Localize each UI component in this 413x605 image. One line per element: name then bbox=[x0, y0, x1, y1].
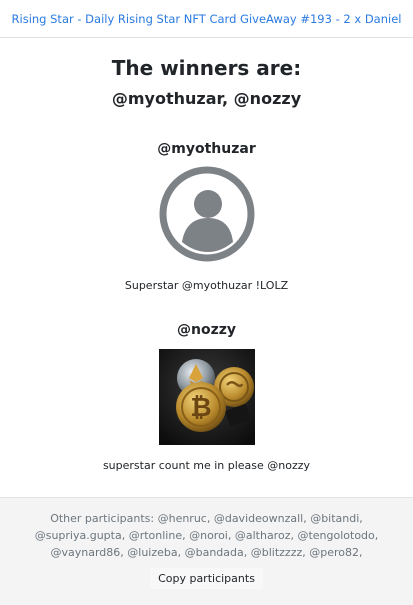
svg-text:₿: ₿ bbox=[190, 393, 211, 423]
crypto-coins-avatar: ₿ bbox=[158, 349, 255, 445]
page: Rising Star - Daily Rising Star NFT Card… bbox=[0, 0, 413, 605]
winner-card: @myothuzar Superstar @myothuzar !LOLZ bbox=[0, 141, 413, 292]
winner-comment: superstar count me in please @nozzy bbox=[102, 459, 311, 472]
winner-card: @nozzy ₿ superstar count me in please @n… bbox=[0, 322, 413, 472]
winner-comment: Superstar @myothuzar !LOLZ bbox=[124, 279, 289, 292]
winners-headline: The winners are: bbox=[111, 56, 302, 80]
participants-footer: Other participants: @henruc, @davideownz… bbox=[0, 497, 413, 605]
winners-list: @myothuzar, @nozzy bbox=[111, 89, 302, 108]
winner-name: @nozzy bbox=[176, 322, 236, 338]
winner-name: @myothuzar bbox=[157, 141, 256, 157]
participants-list: Other participants: @henruc, @davideownz… bbox=[34, 512, 379, 559]
post-title-link[interactable]: Rising Star - Daily Rising Star NFT Card… bbox=[12, 12, 402, 26]
default-user-avatar-icon bbox=[159, 166, 255, 262]
copy-participants-button[interactable]: Copy participants bbox=[150, 568, 263, 589]
header: Rising Star - Daily Rising Star NFT Card… bbox=[0, 0, 413, 38]
